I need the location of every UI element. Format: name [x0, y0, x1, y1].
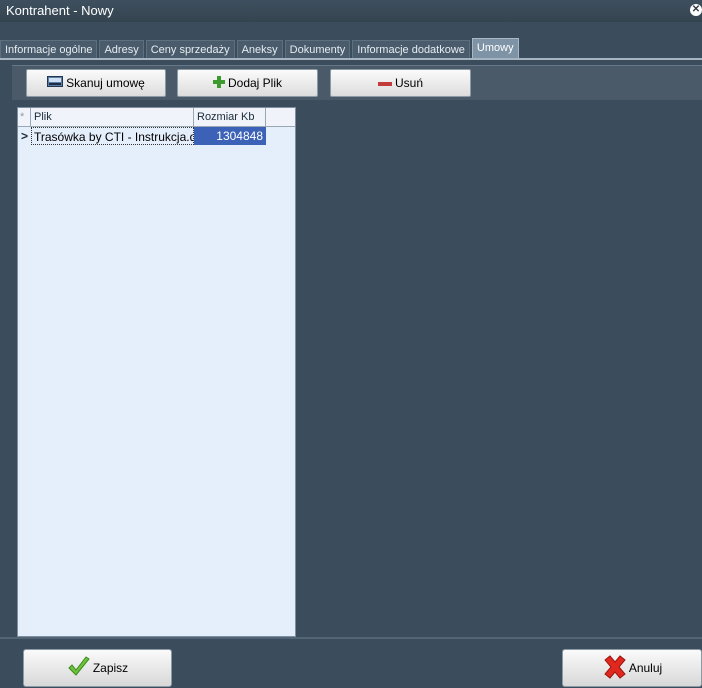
tab-umowy[interactable]: Umowy	[471, 38, 519, 59]
tab-aneksy[interactable]: Aneksy	[236, 40, 283, 59]
checkmark-icon	[67, 655, 91, 681]
tab-divider	[0, 58, 702, 60]
cancel-button[interactable]: Anuluj	[562, 649, 702, 687]
scan-contract-label: Skanuj umowę	[66, 76, 145, 90]
tab-ceny-sprzedazy[interactable]: Ceny sprzedaży	[145, 40, 235, 59]
cell-file-name[interactable]: Trasówka by CTI - Instrukcja.dc	[31, 127, 194, 145]
title-bar: Kontrahent - Nowy ✕	[0, 0, 702, 22]
minus-icon	[377, 76, 392, 90]
footer-bar: Zapisz Anuluj	[0, 637, 702, 688]
preview-panel	[296, 107, 702, 637]
window-title: Kontrahent - Nowy	[6, 3, 114, 18]
current-row-indicator: >	[21, 129, 29, 143]
save-label: Zapisz	[92, 661, 129, 675]
tab-informacje-dodatkowe[interactable]: Informacje dodatkowe	[352, 40, 470, 59]
scan-contract-button[interactable]: Skanuj umowę	[26, 69, 166, 97]
delete-button[interactable]: Usuń	[330, 69, 471, 97]
delete-label: Usuń	[394, 76, 423, 90]
close-icon[interactable]: ✕	[690, 4, 702, 16]
window: Kontrahent - Nowy ✕ Informacje ogólne Ad…	[0, 0, 702, 688]
tab-adresy[interactable]: Adresy	[99, 40, 144, 59]
cell-file-size[interactable]: 1304848	[194, 127, 266, 145]
files-grid: * Plik Rozmiar Kb > Trasówka by CTI - In…	[17, 107, 296, 637]
tab-informacje-ogolne[interactable]: Informacje ogólne	[0, 40, 98, 59]
add-file-label: Dodaj Plik	[227, 76, 283, 90]
cancel-label: Anuluj	[628, 661, 663, 675]
new-row-indicator: *	[18, 108, 31, 126]
add-file-button[interactable]: Dodaj Plik	[177, 69, 318, 97]
column-header-size[interactable]: Rozmiar Kb	[194, 108, 266, 126]
table-row[interactable]: > Trasówka by CTI - Instrukcja.dc 130484…	[18, 127, 295, 145]
tab-dokumenty[interactable]: Dokumenty	[284, 40, 351, 59]
cancel-x-icon	[602, 654, 628, 682]
plus-icon	[212, 75, 225, 91]
toolbar: Skanuj umowę Dodaj Plik Usuń	[12, 65, 702, 100]
save-button[interactable]: Zapisz	[23, 649, 172, 687]
grid-header: * Plik Rozmiar Kb	[18, 108, 295, 127]
scanner-icon	[47, 75, 64, 91]
column-header-file[interactable]: Plik	[31, 108, 194, 126]
tab-strip: Informacje ogólne Adresy Ceny sprzedaży …	[0, 38, 702, 59]
